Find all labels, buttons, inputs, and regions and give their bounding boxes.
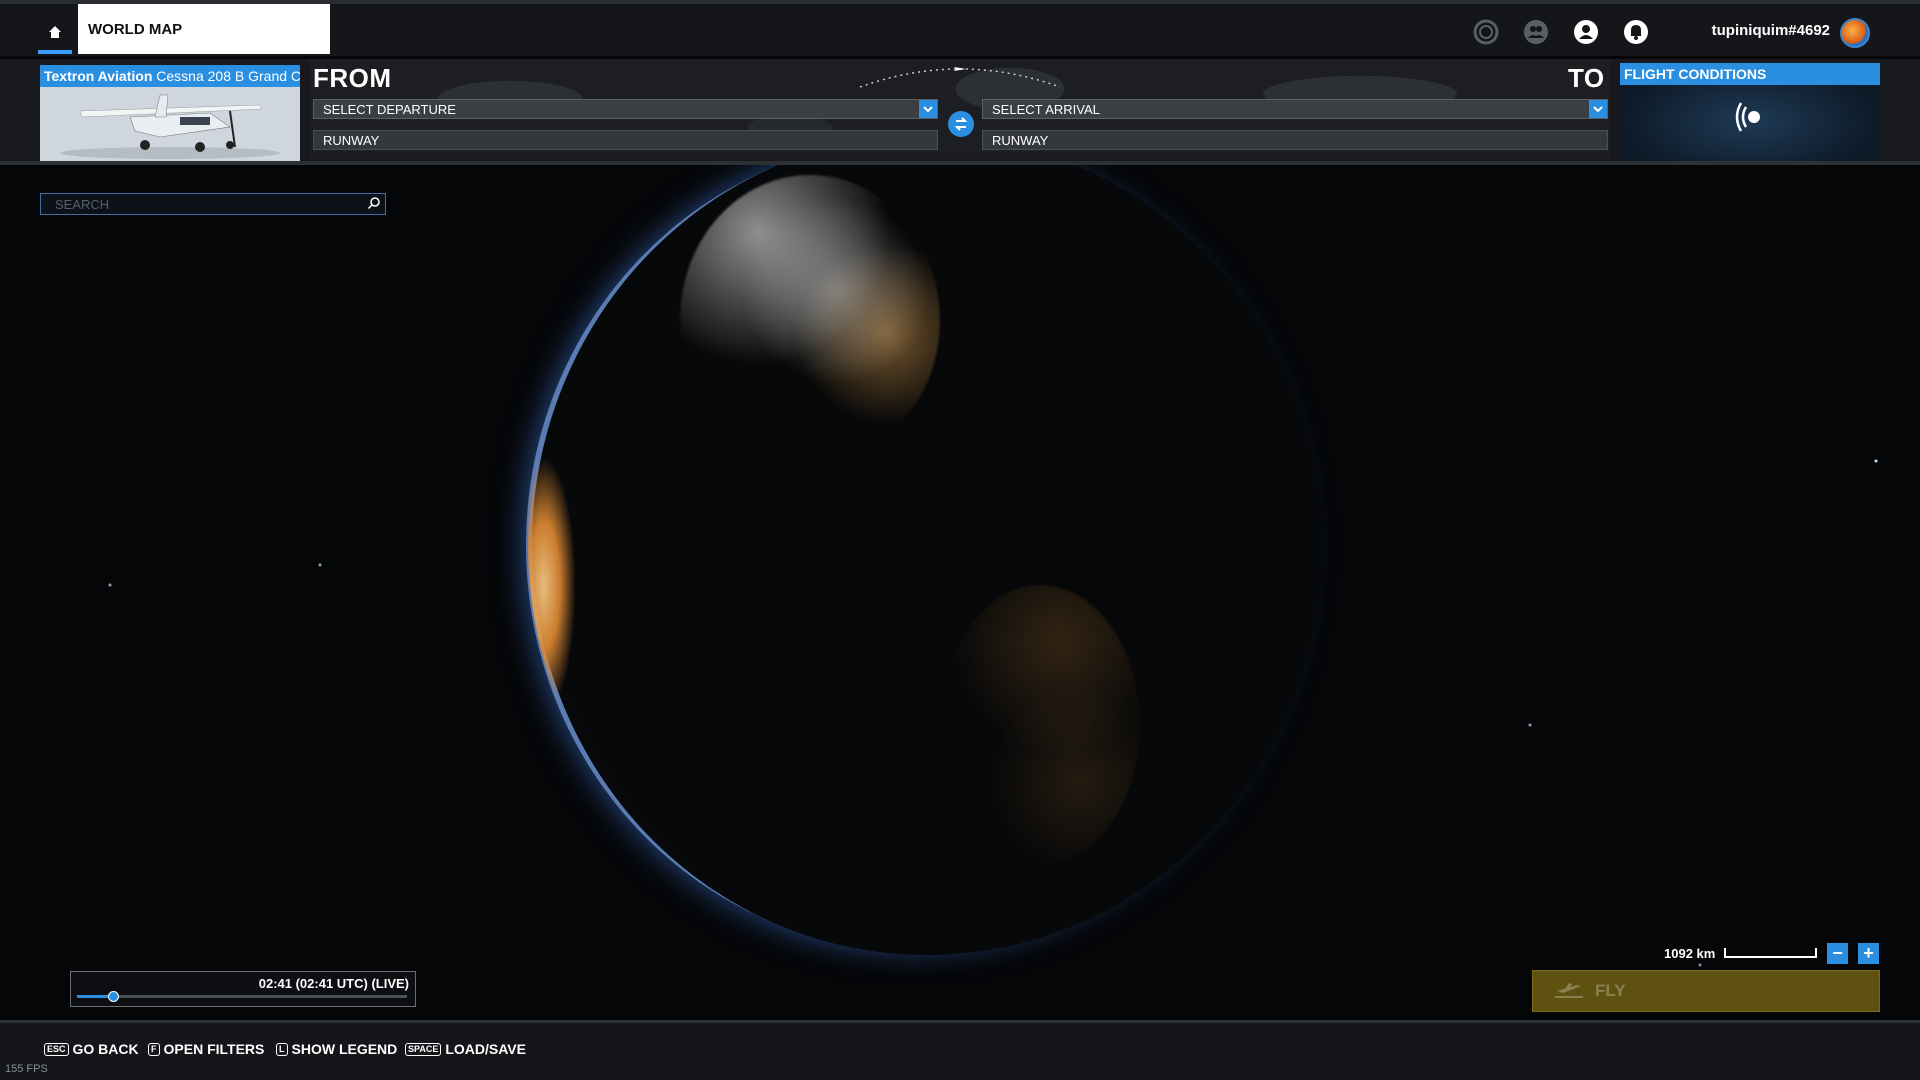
bell-icon bbox=[1624, 20, 1648, 44]
space-key-icon: SPACE bbox=[405, 1042, 442, 1056]
south-america-city-lights bbox=[940, 585, 1140, 865]
go-back-label: GO BACK bbox=[72, 1041, 139, 1057]
search-input[interactable] bbox=[41, 194, 357, 214]
fps-counter: 155 FPS bbox=[5, 1063, 48, 1075]
to-label: TO bbox=[1568, 63, 1605, 93]
departure-select-label: SELECT DEPARTURE bbox=[323, 102, 456, 117]
username-label[interactable]: tupiniquim#4692 bbox=[1700, 22, 1830, 39]
time-label: 02:41 (02:41 UTC) (LIVE) bbox=[258, 976, 409, 991]
fly-button-label: FLY bbox=[1595, 981, 1626, 1000]
aircraft-model: Cessna 208 B Grand Ca bbox=[156, 68, 300, 84]
arrival-select[interactable]: SELECT ARRIVAL bbox=[982, 99, 1608, 119]
departure-select[interactable]: SELECT DEPARTURE bbox=[313, 99, 938, 119]
show-legend-hint[interactable]: L SHOW LEGEND bbox=[276, 1041, 397, 1057]
live-weather-icon bbox=[1735, 102, 1760, 132]
circular-progress-icon bbox=[1473, 19, 1499, 45]
aircraft-image bbox=[40, 87, 300, 161]
map-scale-label: 1092 km bbox=[1664, 946, 1716, 961]
friends-icon bbox=[1524, 20, 1548, 44]
fly-button[interactable]: FLY bbox=[1532, 970, 1880, 1012]
zoom-out-button[interactable]: − bbox=[1827, 943, 1848, 964]
swap-icon bbox=[954, 117, 968, 131]
f-key-icon: F bbox=[148, 1042, 160, 1056]
show-legend-label: SHOW LEGEND bbox=[291, 1041, 398, 1057]
departure-runway-select[interactable]: RUNWAY bbox=[313, 130, 938, 150]
flight-conditions-card[interactable]: FLIGHT CONDITIONS bbox=[1620, 63, 1880, 161]
load-save-hint[interactable]: SPACE LOAD/SAVE bbox=[405, 1041, 526, 1057]
takeoff-icon bbox=[1555, 983, 1583, 998]
zoom-in-button[interactable]: + bbox=[1858, 943, 1879, 964]
north-america-city-lights bbox=[680, 175, 940, 465]
go-back-hint[interactable]: ESC GO BACK bbox=[44, 1041, 139, 1057]
tab-world-map[interactable]: WORLD MAP bbox=[78, 4, 330, 54]
tab-world-map-label: WORLD MAP bbox=[88, 20, 183, 38]
world-map-view[interactable]: 02:41 (02:41 UTC) (LIVE) 1092 km − + FLY bbox=[0, 165, 1920, 1020]
aircraft-selector[interactable]: Textron Aviation Cessna 208 B Grand Ca bbox=[40, 65, 300, 161]
aircraft-name: Textron Aviation Cessna 208 B Grand Ca bbox=[40, 65, 300, 87]
notifications-button[interactable] bbox=[1622, 18, 1650, 46]
l-key-icon: L bbox=[276, 1042, 288, 1056]
load-save-label: LOAD/SAVE bbox=[445, 1041, 526, 1057]
friends-button[interactable] bbox=[1522, 18, 1550, 46]
search-box[interactable] bbox=[40, 193, 386, 215]
home-icon bbox=[49, 26, 61, 38]
progress-button[interactable] bbox=[1472, 18, 1500, 46]
departure-runway-label: RUNWAY bbox=[323, 133, 380, 148]
map-scale-bar bbox=[1724, 948, 1817, 958]
time-slider-handle[interactable] bbox=[108, 991, 120, 1002]
bottom-bar: ESC GO BACK F OPEN FILTERS L SHOW LEGEND… bbox=[0, 1020, 1920, 1080]
arrival-select-label: SELECT ARRIVAL bbox=[992, 102, 1100, 117]
open-filters-hint[interactable]: F OPEN FILTERS bbox=[148, 1041, 264, 1057]
esc-key-icon: ESC bbox=[44, 1042, 69, 1056]
aircraft-brand: Textron Aviation bbox=[44, 68, 153, 84]
arrival-runway-label: RUNWAY bbox=[992, 133, 1049, 148]
open-filters-label: OPEN FILTERS bbox=[163, 1041, 265, 1057]
flight-conditions-title: FLIGHT CONDITIONS bbox=[1620, 63, 1880, 85]
profile-button[interactable] bbox=[1572, 18, 1600, 46]
swap-airports-button[interactable] bbox=[948, 111, 974, 137]
time-slider[interactable] bbox=[77, 991, 407, 1002]
search-icon[interactable] bbox=[367, 196, 381, 210]
time-of-day-panel: 02:41 (02:41 UTC) (LIVE) bbox=[70, 971, 416, 1007]
flight-plan-bar: Textron Aviation Cessna 208 B Grand Ca F… bbox=[0, 59, 1920, 165]
top-bar: WORLD MAP tupiniquim#4692 bbox=[0, 0, 1920, 56]
arrival-runway-select[interactable]: RUNWAY bbox=[982, 130, 1608, 150]
from-label: FROM bbox=[313, 63, 392, 93]
home-button[interactable] bbox=[38, 14, 72, 54]
route-arc bbox=[859, 67, 1061, 88]
profile-icon bbox=[1574, 20, 1598, 44]
chevron-down-icon bbox=[919, 100, 937, 118]
avatar[interactable] bbox=[1840, 18, 1870, 48]
chevron-down-icon bbox=[1589, 100, 1607, 118]
